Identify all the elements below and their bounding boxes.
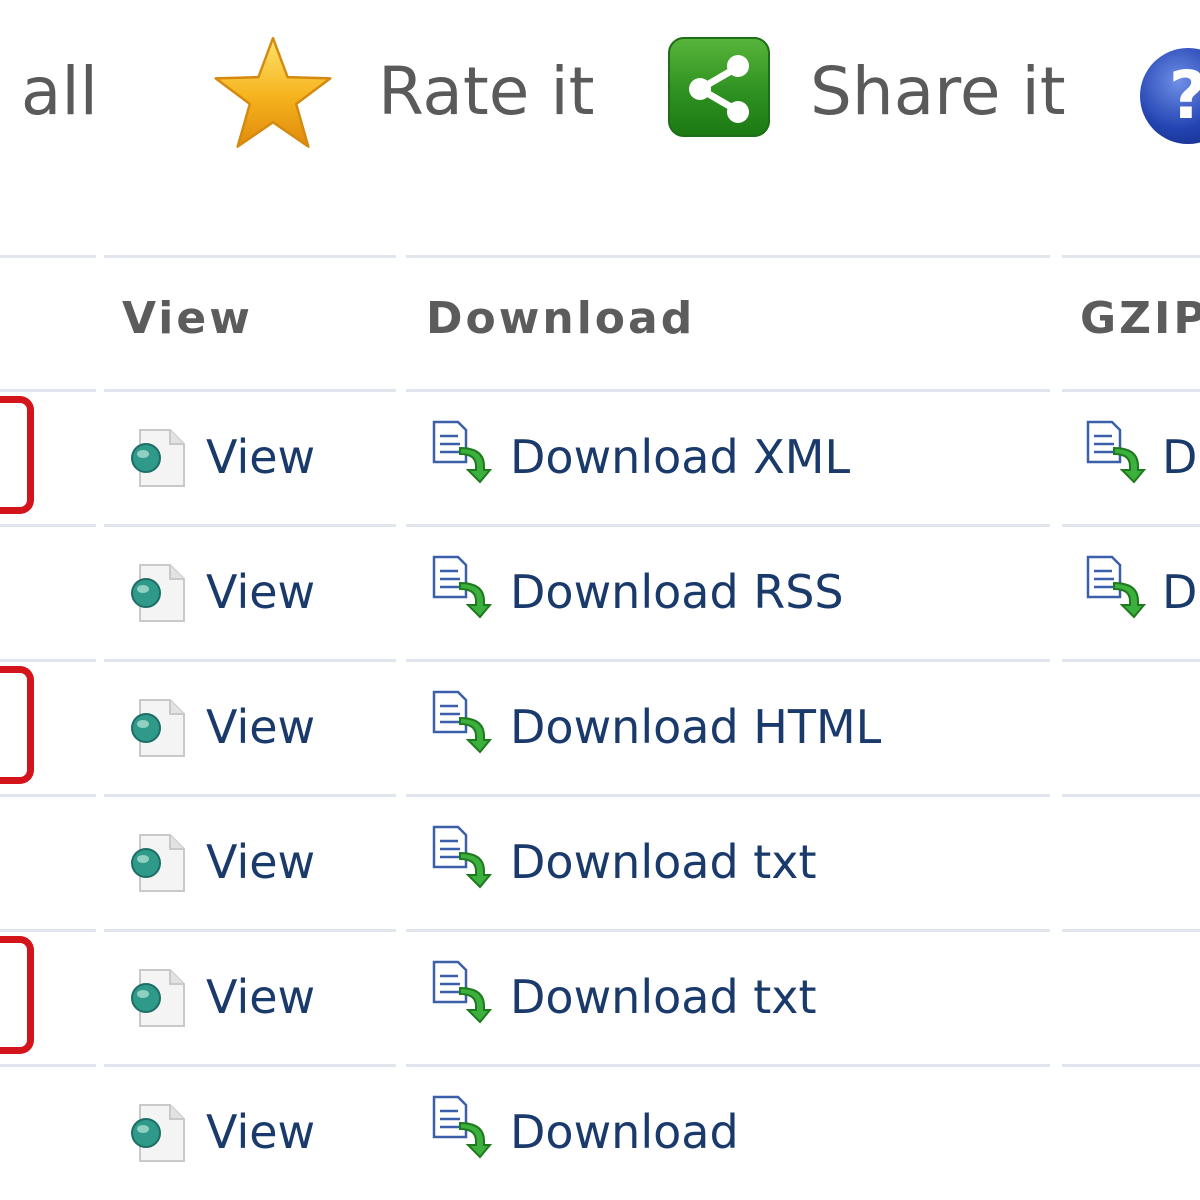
view-page-icon[interactable] bbox=[128, 426, 188, 490]
toolbar: d all Rate it Share it ? bbox=[0, 0, 1200, 190]
rate-it-link[interactable]: Rate it bbox=[378, 50, 595, 134]
star-icon[interactable] bbox=[212, 34, 334, 152]
highlight-marker bbox=[0, 936, 34, 1054]
table-row: View Download HTML bbox=[0, 660, 1200, 794]
highlight-marker bbox=[0, 396, 34, 514]
download-file-icon[interactable] bbox=[430, 1095, 492, 1159]
gzip-download-link[interactable]: D bbox=[1162, 563, 1197, 621]
download-file-icon[interactable] bbox=[430, 555, 492, 619]
table-row: View Download bbox=[0, 1065, 1200, 1199]
table-row: View Download txt bbox=[0, 795, 1200, 929]
gzip-download-icon[interactable] bbox=[1084, 555, 1146, 619]
gzip-download-icon[interactable] bbox=[1084, 420, 1146, 484]
column-header-download: Download bbox=[426, 293, 696, 344]
download-link[interactable]: Download bbox=[510, 1103, 739, 1161]
view-page-icon[interactable] bbox=[128, 561, 188, 625]
view-page-icon[interactable] bbox=[128, 696, 188, 760]
view-link[interactable]: View bbox=[206, 698, 315, 756]
download-file-icon[interactable] bbox=[430, 690, 492, 754]
view-link[interactable]: View bbox=[206, 563, 315, 621]
download-link[interactable]: Download HTML bbox=[510, 698, 881, 756]
share-it-link[interactable]: Share it bbox=[810, 50, 1066, 134]
table-divider bbox=[0, 255, 1200, 258]
view-page-icon[interactable] bbox=[128, 831, 188, 895]
download-file-icon[interactable] bbox=[430, 420, 492, 484]
table-row: View Download XML D bbox=[0, 390, 1200, 524]
download-file-icon[interactable] bbox=[430, 960, 492, 1024]
view-link[interactable]: View bbox=[206, 428, 315, 486]
download-link[interactable]: Download RSS bbox=[510, 563, 844, 621]
download-all-link[interactable]: d all bbox=[0, 50, 98, 134]
view-page-icon[interactable] bbox=[128, 966, 188, 1030]
share-icon[interactable] bbox=[668, 37, 770, 137]
download-link[interactable]: Download XML bbox=[510, 428, 850, 486]
download-link[interactable]: Download txt bbox=[510, 968, 817, 1026]
column-header-view: View bbox=[122, 293, 253, 344]
help-icon[interactable]: ? bbox=[1140, 48, 1200, 144]
download-file-icon[interactable] bbox=[430, 825, 492, 889]
table-row: View Download RSS D bbox=[0, 525, 1200, 659]
view-page-icon[interactable] bbox=[128, 1101, 188, 1165]
column-header-gzip: GZIP bbox=[1080, 293, 1200, 344]
gzip-download-link[interactable]: D bbox=[1162, 428, 1197, 486]
view-link[interactable]: View bbox=[206, 833, 315, 891]
highlight-marker bbox=[0, 666, 34, 784]
view-link[interactable]: View bbox=[206, 1103, 315, 1161]
download-link[interactable]: Download txt bbox=[510, 833, 817, 891]
view-link[interactable]: View bbox=[206, 968, 315, 1026]
table-row: View Download txt bbox=[0, 930, 1200, 1064]
